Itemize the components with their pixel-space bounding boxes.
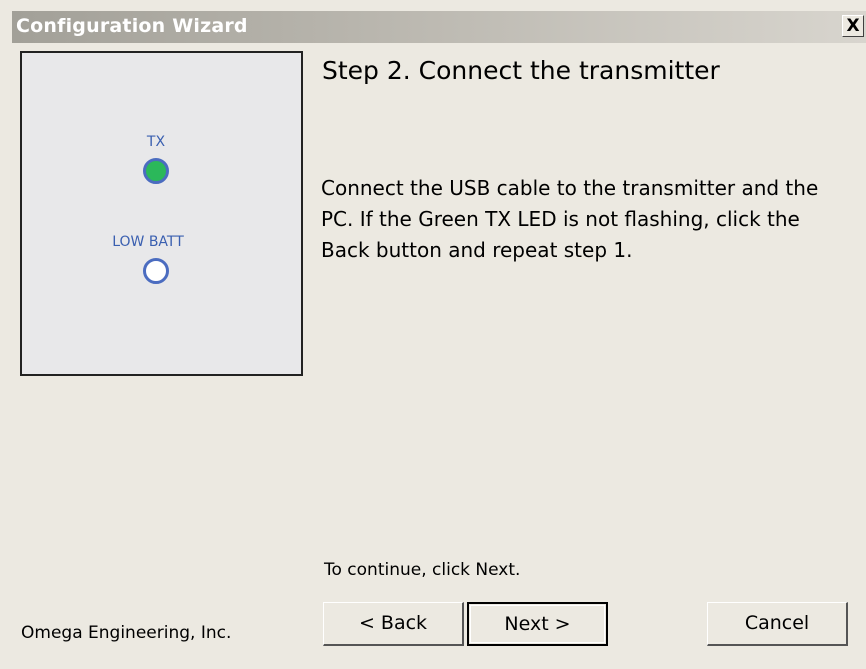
low-batt-label: LOW BATT — [112, 234, 184, 250]
instructions-text: Connect the USB cable to the transmitter… — [321, 176, 819, 262]
next-button[interactable]: Next > — [467, 602, 608, 646]
step-heading: Step 2. Connect the transmitter — [322, 56, 720, 85]
cancel-button[interactable]: Cancel — [707, 602, 848, 646]
configuration-wizard-window: Configuration Wizard X TX LOW BATT Step … — [0, 0, 866, 669]
window-title: Configuration Wizard — [16, 15, 248, 37]
close-button[interactable]: X — [842, 15, 864, 37]
low-batt-led-indicator — [143, 258, 169, 284]
led-indicator-panel: TX LOW BATT — [20, 51, 303, 376]
title-bar: Configuration Wizard X — [12, 11, 866, 43]
back-button[interactable]: < Back — [323, 602, 464, 646]
tx-led-indicator — [143, 158, 169, 184]
company-name: Omega Engineering, Inc. — [21, 623, 232, 643]
continue-hint: To continue, click Next. — [324, 560, 521, 580]
tx-label: TX — [146, 134, 166, 150]
